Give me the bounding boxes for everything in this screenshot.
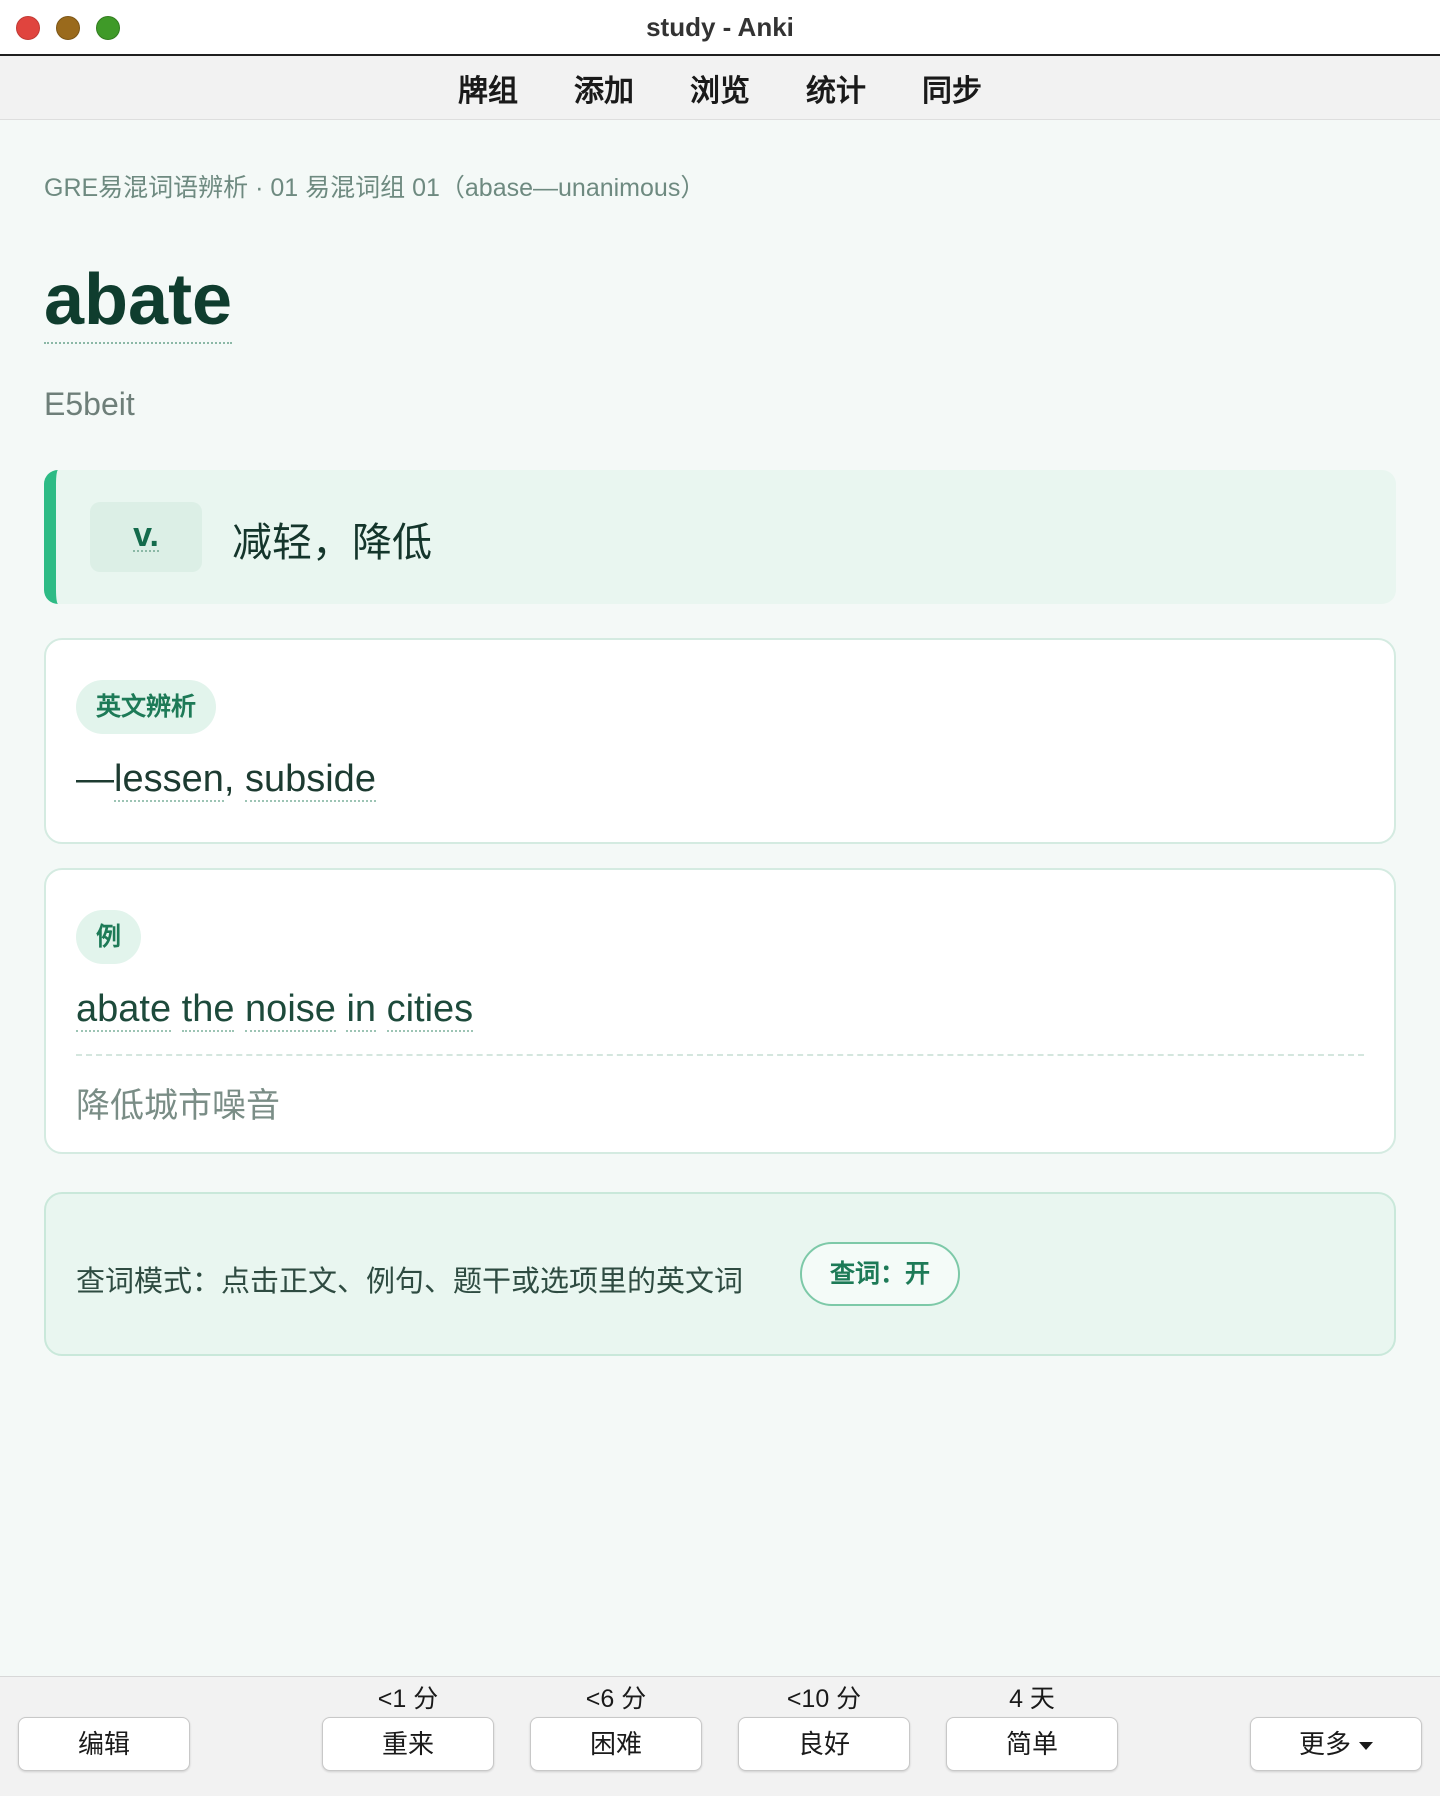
part-of-speech-badge: v. <box>90 502 202 572</box>
analysis-word-subside[interactable]: subside <box>244 758 376 802</box>
lookup-toggle-button[interactable]: 查词：开 <box>800 1242 960 1306</box>
example-word[interactable]: noise <box>245 988 336 1032</box>
example-sentence-en: abate the noise in cities <box>76 988 474 1032</box>
deck-breadcrumb: GRE易混词语辨析 · 01 易混词组 01（abase—unanimous） <box>44 174 706 202</box>
analysis-comma: , <box>223 758 245 800</box>
toolbar-add[interactable]: 添加 <box>574 66 634 110</box>
more-button[interactable]: 更多 <box>1250 1717 1422 1771</box>
english-analysis-card: 英文辨析 —lessen, subside <box>44 638 1396 844</box>
lookup-mode-box: 查词模式：点击正文、例句、题干或选项里的英文词 查词：开 <box>44 1192 1396 1356</box>
example-divider <box>76 1054 1364 1056</box>
example-word[interactable]: cities <box>386 988 474 1032</box>
more-label: 更多 <box>1298 1729 1351 1759</box>
anki-window: study - Anki 牌组 添加 浏览 统计 同步 GRE易混词语辨析 · … <box>0 0 1440 1796</box>
analysis-dash: — <box>76 758 114 800</box>
title-bar: study - Anki <box>0 0 1440 56</box>
good-button[interactable]: 良好 <box>738 1717 910 1771</box>
again-button[interactable]: 重来 <box>322 1717 494 1771</box>
toolbar-sync[interactable]: 同步 <box>922 66 982 110</box>
example-word[interactable]: in <box>346 988 377 1032</box>
good-interval: <10 分 <box>786 1685 862 1713</box>
example-word[interactable]: the <box>181 988 235 1032</box>
window-title: study - Anki <box>646 12 794 42</box>
hard-button[interactable]: 困难 <box>530 1717 702 1771</box>
toolbar-browse[interactable]: 浏览 <box>690 66 750 110</box>
easy-button[interactable]: 简单 <box>946 1717 1118 1771</box>
toolbar-decks[interactable]: 牌组 <box>458 66 518 110</box>
hard-interval: <6 分 <box>585 1685 647 1713</box>
example-card: 例 abate the noise in cities 降低城市噪音 <box>44 868 1396 1154</box>
easy-interval: 4 天 <box>1009 1685 1055 1713</box>
part-of-speech[interactable]: v. <box>133 518 159 552</box>
edit-button[interactable]: 编辑 <box>18 1717 190 1771</box>
example-sentence-zh: 降低城市噪音 <box>76 1087 280 1125</box>
chevron-down-icon <box>1359 1742 1373 1751</box>
analysis-text: —lessen, subside <box>76 758 376 802</box>
headword[interactable]: abate <box>44 260 233 344</box>
main-toolbar: 牌组 添加 浏览 统计 同步 <box>0 56 1440 120</box>
analysis-word-lessen[interactable]: lessen <box>114 758 224 802</box>
definition-box: v. 减轻，降低 <box>44 470 1396 604</box>
phonetic: E5beit <box>44 386 135 422</box>
toolbar-stats[interactable]: 统计 <box>806 66 866 110</box>
example-tag: 例 <box>76 910 142 964</box>
answer-bar: 编辑 <1 分 重来 <6 分 困难 <10 分 良好 4 天 简单 更多 <box>0 1676 1440 1796</box>
definition-text: 减轻，降低 <box>232 521 432 565</box>
analysis-tag: 英文辨析 <box>76 680 217 734</box>
example-word[interactable]: abate <box>76 988 172 1032</box>
again-interval: <1 分 <box>377 1685 439 1713</box>
lookup-mode-text: 查词模式：点击正文、例句、题干或选项里的英文词 <box>76 1266 744 1298</box>
